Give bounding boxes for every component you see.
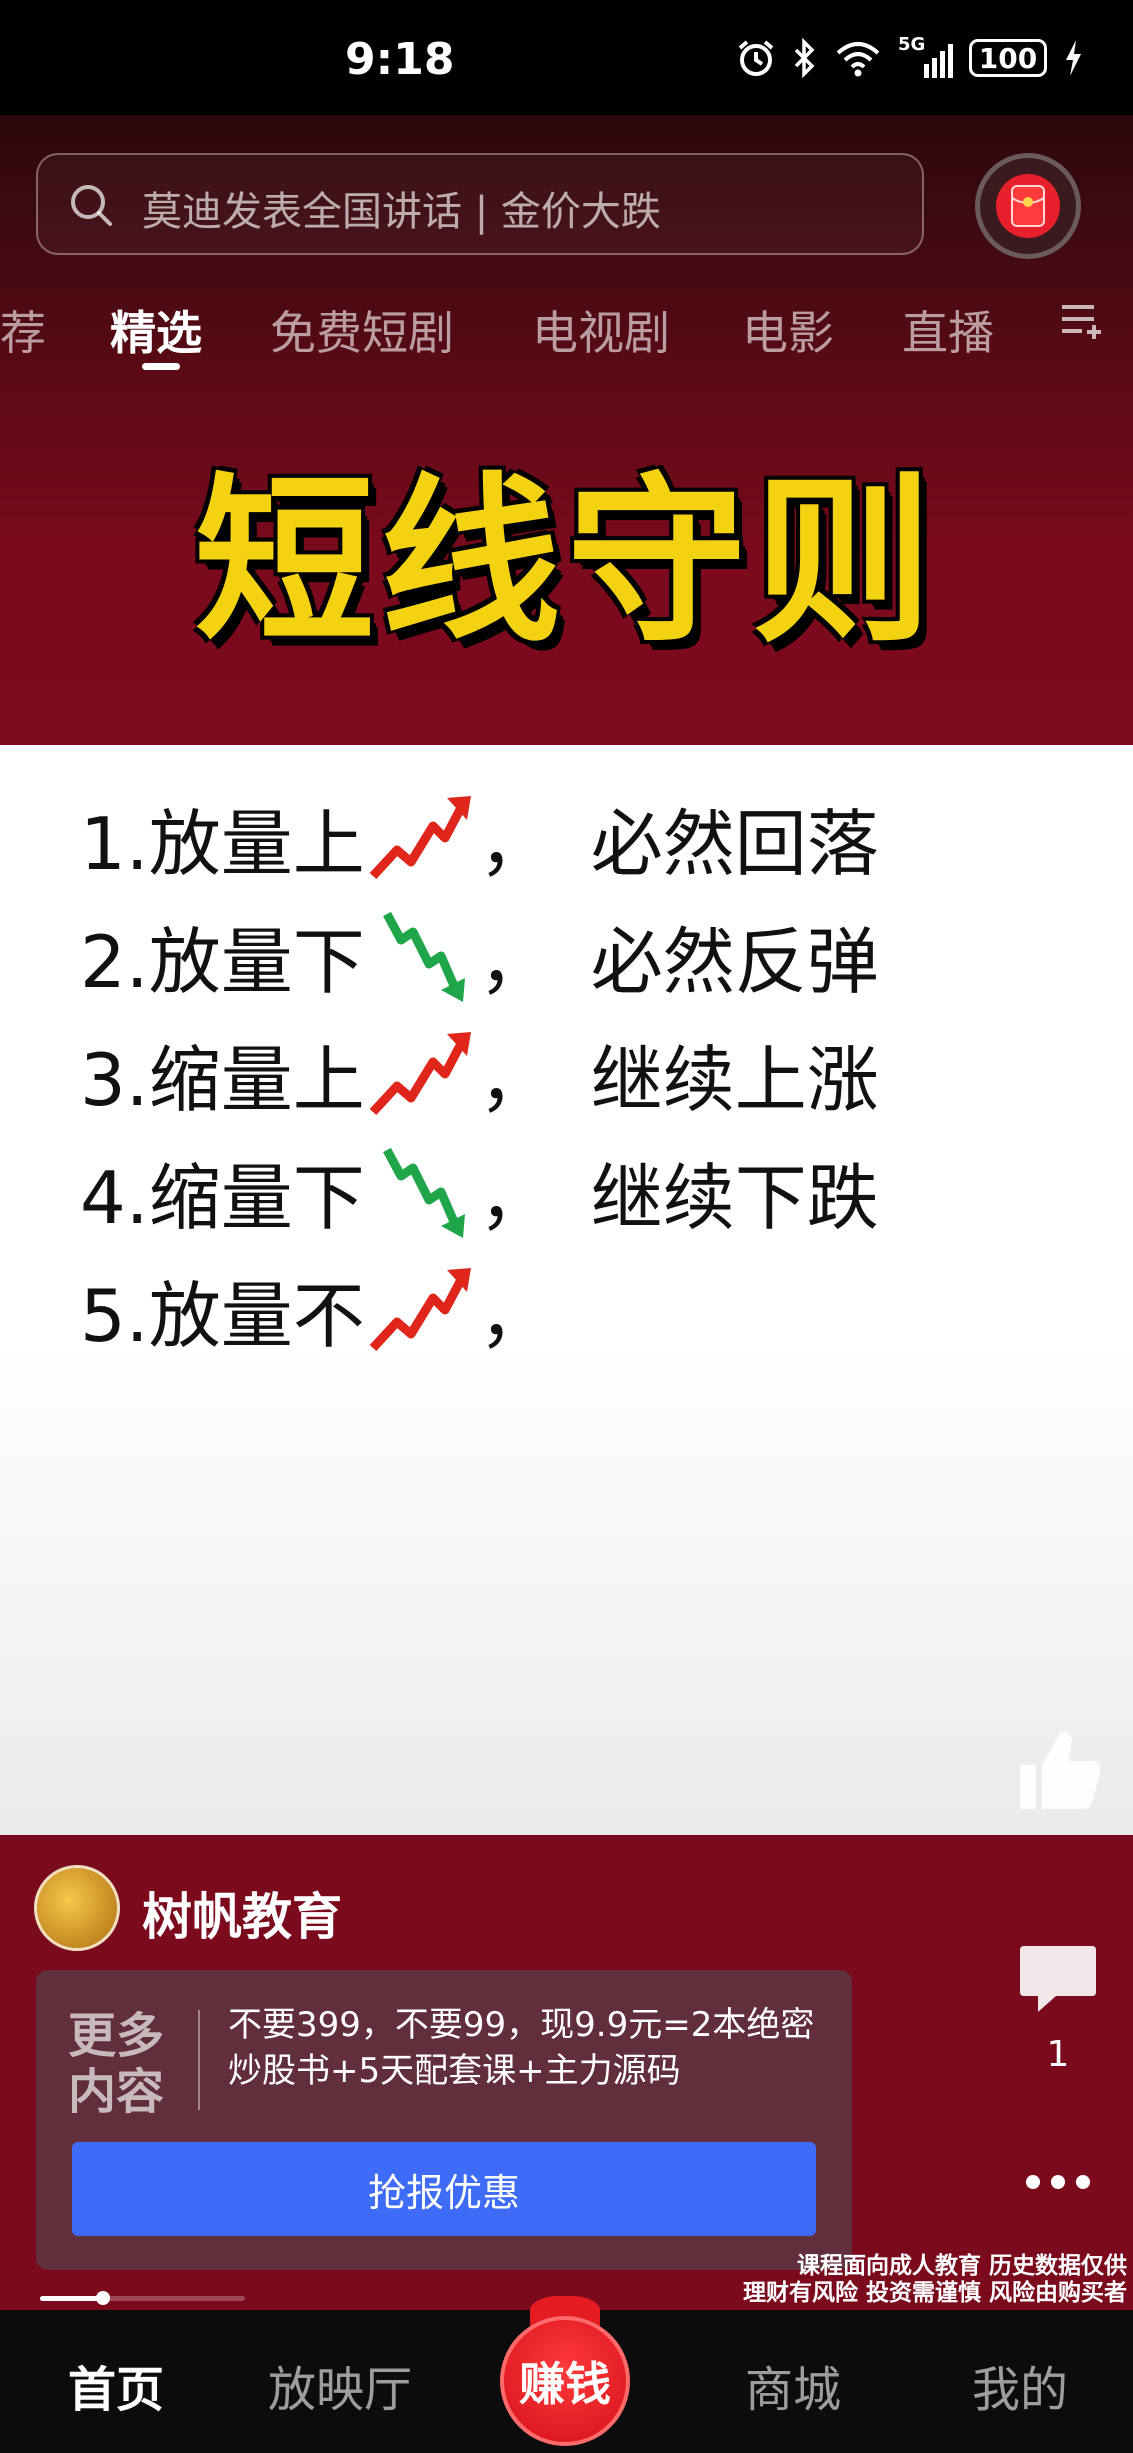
search-input[interactable]: 莫迪发表全国讲话 | 金价大跌 [36,153,924,255]
promo-card[interactable]: 更多 内容 不要399，不要99，现9.9元=2本绝密炒股书+5天配套课+主力源… [36,1970,852,2270]
alarm-icon [738,40,774,76]
author-name[interactable]: 树帆教育 [142,1877,342,1949]
more-icon [1026,2175,1090,2189]
earn-label: 赚钱 [519,2357,611,2411]
rising-arrow-icon [369,795,471,879]
signal-icon: 5G [898,34,953,78]
nav-theater[interactable]: 放映厅 [268,2350,412,2420]
rule-suffix: 继续下跌 [590,1156,879,1240]
tab-menu-icon[interactable] [1058,297,1106,341]
active-tab-indicator [142,363,180,370]
falling-arrow-icon [382,911,465,1002]
app-header: 莫迪发表全国讲话 | 金价大跌 荐 精选 免费短剧 电视剧 电影 直播 短线守则 [0,115,1133,745]
nav-home[interactable]: 首页 [68,2350,164,2420]
risk-disclaimer: 课程面向成人教育 历史数据仅供 理财有风险 投资需谨慎 风险由购买者 [743,2253,1127,2307]
video-title: 短线守则 [194,458,939,667]
search-icon [71,185,112,226]
rule-prefix: 4.缩量下 [80,1156,365,1240]
comment-count: 1 [1046,2034,1070,2075]
video-progress-handle[interactable] [96,2291,110,2305]
rule-suffix: 必然回落 [590,802,879,886]
rule-item: 5.放量不 ， [80,1257,591,1362]
nav-mall[interactable]: 商城 [745,2350,841,2420]
tab-featured[interactable]: 精选 [110,297,202,363]
nav-mine[interactable]: 我的 [972,2350,1068,2420]
rule-suffix: 必然反弹 [590,920,879,1004]
rising-arrow-icon [369,1031,471,1115]
rule-prefix: 2.放量下 [80,920,365,1004]
status-bar: 9:18 5G 100 [0,0,1133,115]
tab-free-short-drama[interactable]: 免费短剧 [270,297,454,363]
wifi-icon [836,42,880,77]
bottom-nav: 首页 放映厅 赚钱 商城 我的 [0,2296,1133,2453]
bluetooth-icon [794,38,815,78]
avatar[interactable] [34,1865,120,1951]
promo-text: 不要399，不要99，现9.9元=2本绝密炒股书+5天配套课+主力源码 [228,2005,815,2091]
tab-recommend[interactable]: 荐 [0,297,46,363]
status-time: 9:18 [345,34,455,85]
rule-item: 2.放量下 ， 必然反弹 [80,903,879,1008]
rule-item: 4.缩量下 ， 继续下跌 [80,1139,879,1244]
tab-tv-series[interactable]: 电视剧 [532,297,670,363]
rule-item: 1.放量上 ， 必然回落 [80,785,879,890]
promo-badge: 更多 内容 [68,2008,178,2120]
rising-arrow-icon [369,1267,471,1351]
category-tabs: 荐 精选 免费短剧 电视剧 电影 直播 [0,285,1133,375]
rule-suffix: 继续上涨 [590,1038,879,1122]
video-content: 1.放量上 ， 必然回落 2.放量下 ， 必然反弹 3.缩量上 ， 继续上涨 4… [0,745,1133,1835]
charging-icon [1066,40,1081,76]
disclaimer-line2: 理财有风险 投资需谨慎 风险由购买者 [742,2280,1127,2306]
nav-earn-money[interactable]: 赚钱 [500,2316,630,2446]
tab-movies[interactable]: 电影 [742,297,834,363]
video-info-panel: 树帆教育 更多 内容 不要399，不要99，现9.9元=2本绝密炒股书+5天配套… [0,1835,1133,2310]
rule-prefix: 3.缩量上 [80,1038,365,1122]
tab-live[interactable]: 直播 [902,297,994,363]
search-placeholder: 莫迪发表全国讲话 | 金价大跌 [142,189,661,235]
comment-icon [1020,1946,1096,2012]
promo-badge-line2: 内容 [68,2064,165,2120]
thumbs-up-icon [1020,1732,1101,1809]
rule-prefix: 1.放量上 [80,802,365,886]
rule-item: 3.缩量上 ， 继续上涨 [80,1021,879,1126]
status-icons: 5G 100 [736,34,1083,78]
promo-divider [198,2010,200,2110]
rule-prefix: 5.放量不 [80,1274,365,1358]
red-packet-icon [996,174,1060,238]
comment-button[interactable]: 1 [983,1940,1133,2075]
disclaimer-line1: 课程面向成人教育 历史数据仅供 [796,2253,1127,2279]
video-progress-fill [40,2296,102,2301]
red-packet-button[interactable] [975,153,1081,259]
battery-indicator: 100 [969,39,1047,77]
network-label: 5G [898,34,926,55]
falling-arrow-icon [382,1147,465,1238]
grab-offer-button[interactable]: 抢报优惠 [72,2142,816,2236]
more-button[interactable] [983,2172,1133,2196]
promo-badge-line1: 更多 [68,2008,165,2064]
